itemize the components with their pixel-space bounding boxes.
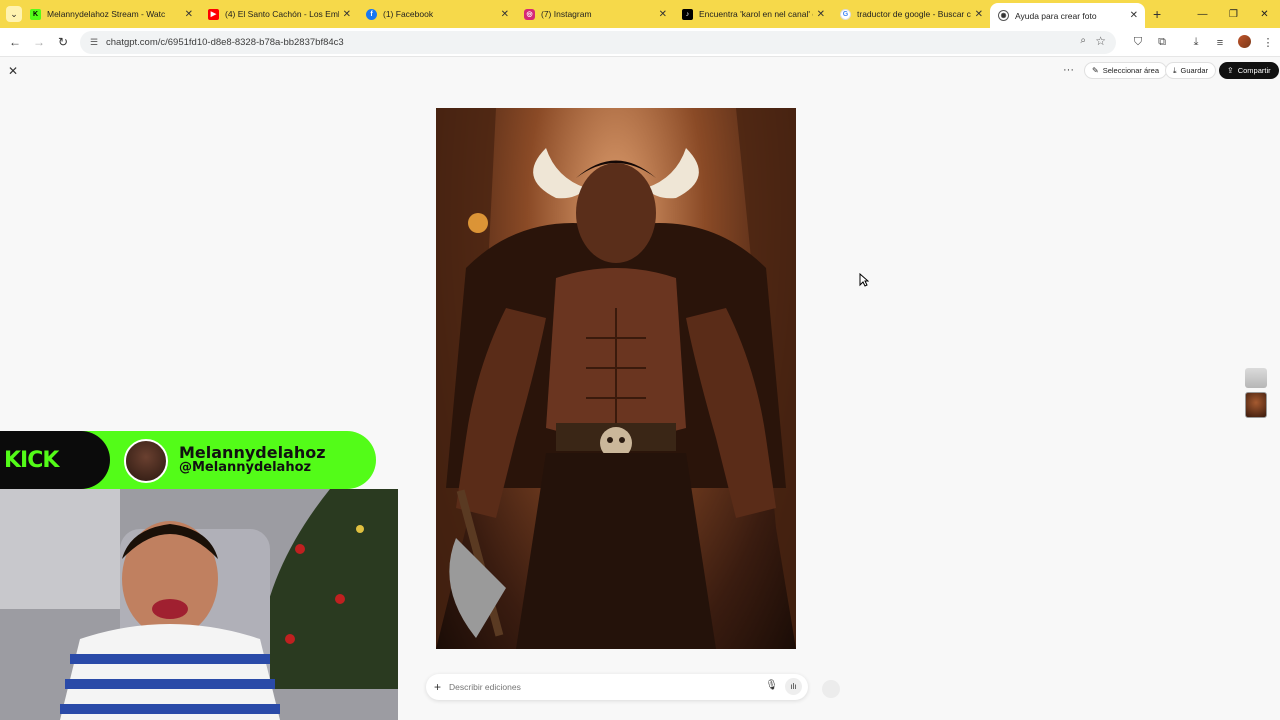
close-tab-icon[interactable]: ✕ bbox=[975, 9, 983, 20]
close-viewer-icon[interactable]: ✕ bbox=[8, 64, 18, 78]
tab-search-chevron-icon[interactable]: ⌄ bbox=[6, 6, 22, 22]
more-options-icon[interactable]: ··· bbox=[1063, 64, 1074, 76]
edit-prompt-bar: + 🎙 ılı bbox=[426, 674, 808, 700]
tab-title: Melannydelahoz Stream - Watc bbox=[47, 9, 166, 19]
download-icon[interactable]: ⤓ bbox=[1184, 36, 1208, 49]
browser-toolbar: ← → ↻ ☰ chatgpt.com/c/6951fd10-d8e8-8328… bbox=[0, 28, 1280, 57]
minimize-icon[interactable]: — bbox=[1187, 9, 1218, 20]
openai-favicon-icon: ✺ bbox=[998, 10, 1009, 21]
describe-edits-input[interactable] bbox=[449, 682, 750, 692]
close-window-icon[interactable]: ✕ bbox=[1249, 9, 1280, 20]
streamer-avatar bbox=[124, 439, 168, 483]
share-icon: ⇪ bbox=[1227, 66, 1234, 75]
tab-title: (4) El Santo Cachón - Los Emba bbox=[225, 9, 339, 19]
shield-icon[interactable]: ⛉ bbox=[1126, 36, 1150, 49]
tab-google[interactable]: G traductor de google - Buscar c ✕ bbox=[832, 0, 990, 28]
plus-icon[interactable]: + bbox=[434, 680, 441, 694]
share-button[interactable]: ⇪ Compartir bbox=[1219, 62, 1279, 79]
streamer-handle: @Melannydelahoz bbox=[179, 460, 312, 475]
kick-overlay-banner: KICK Melannydelahoz @Melannydelahoz bbox=[0, 431, 376, 489]
select-area-button[interactable]: ✎ Seleccionar área bbox=[1084, 62, 1167, 79]
kick-favicon-icon: K bbox=[30, 8, 41, 20]
tab-youtube[interactable]: ▶ (4) El Santo Cachón - Los Emba ✕ bbox=[200, 0, 358, 28]
media-queue-icon[interactable]: ≡ bbox=[1208, 37, 1232, 49]
restore-icon[interactable]: ❐ bbox=[1218, 9, 1249, 20]
save-label: Guardar bbox=[1180, 66, 1209, 75]
tab-facebook[interactable]: f (1) Facebook ✕ bbox=[358, 0, 516, 28]
tab-chatgpt[interactable]: ✺ Ayuda para crear foto ✕ bbox=[990, 3, 1145, 28]
tiktok-favicon-icon: ♪ bbox=[682, 8, 693, 20]
webcam-feed bbox=[0, 489, 398, 720]
toolbar-actions: ⛉ ⧉ ⤓ ≡ ⋮ bbox=[1126, 28, 1280, 57]
reload-icon[interactable]: ↻ bbox=[51, 35, 75, 49]
kick-logo: KICK bbox=[4, 448, 59, 473]
facebook-favicon-icon: f bbox=[366, 8, 377, 20]
mouse-cursor-icon bbox=[859, 273, 869, 287]
microphone-icon[interactable]: 🎙 bbox=[765, 680, 778, 691]
close-tab-icon[interactable]: ✕ bbox=[1130, 10, 1138, 21]
download-icon: ⤓ bbox=[1173, 65, 1177, 75]
bookmark-star-icon[interactable]: ☆ bbox=[1095, 34, 1106, 48]
close-tab-icon[interactable]: ✕ bbox=[659, 9, 667, 20]
forward-icon[interactable]: → bbox=[27, 35, 51, 49]
address-bar[interactable]: ☰ chatgpt.com/c/6951fd10-d8e8-8328-b78a-… bbox=[80, 31, 1116, 54]
close-tab-icon[interactable]: ✕ bbox=[501, 9, 509, 20]
instagram-favicon-icon: ◎ bbox=[524, 8, 535, 20]
tab-title: Encuentra 'karol en nel canal' e bbox=[699, 9, 813, 19]
window-controls: — ❐ ✕ bbox=[1187, 0, 1280, 28]
plus-icon[interactable]: + bbox=[1153, 6, 1161, 22]
kick-logo-badge: KICK bbox=[0, 431, 110, 489]
voice-mode-icon[interactable]: ılı bbox=[785, 678, 802, 695]
share-label: Compartir bbox=[1237, 66, 1271, 75]
tab-strip: ⌄ K Melannydelahoz Stream - Watc ✕ ▶ (4)… bbox=[0, 0, 1280, 28]
close-tab-icon[interactable]: ✕ bbox=[343, 9, 351, 20]
url-text[interactable]: chatgpt.com/c/6951fd10-d8e8-8328-b78a-bb… bbox=[106, 37, 344, 48]
tab-tiktok[interactable]: ♪ Encuentra 'karol en nel canal' e ✕ bbox=[674, 0, 832, 28]
select-area-label: Seleccionar área bbox=[1102, 66, 1159, 75]
back-icon[interactable]: ← bbox=[3, 35, 27, 49]
thumbnail-previous[interactable] bbox=[1245, 368, 1267, 388]
tab-title: Ayuda para crear foto bbox=[1015, 10, 1097, 21]
save-button[interactable]: ⤓ Guardar bbox=[1165, 62, 1217, 79]
kebab-menu-icon[interactable]: ⋮ bbox=[1256, 36, 1280, 49]
tab-title: traductor de google - Buscar c bbox=[857, 9, 971, 19]
tab-instagram[interactable]: ◎ (7) Instagram ✕ bbox=[516, 0, 674, 28]
send-button[interactable] bbox=[822, 680, 840, 698]
tab-title: (7) Instagram bbox=[541, 9, 592, 19]
tab-title: (1) Facebook bbox=[383, 9, 434, 19]
close-tab-icon[interactable]: ✕ bbox=[817, 9, 825, 20]
brush-icon: ✎ bbox=[1092, 66, 1099, 75]
tab-kick[interactable]: K Melannydelahoz Stream - Watc ✕ bbox=[22, 0, 200, 28]
generated-image bbox=[436, 108, 796, 649]
zoom-icon[interactable]: ⌕ bbox=[1080, 35, 1086, 46]
profile-avatar[interactable] bbox=[1232, 34, 1256, 51]
youtube-favicon-icon: ▶ bbox=[208, 8, 219, 20]
extensions-icon[interactable]: ⧉ bbox=[1150, 36, 1174, 49]
site-info-icon[interactable]: ☰ bbox=[87, 36, 101, 50]
thumbnail-current[interactable] bbox=[1245, 392, 1267, 418]
close-tab-icon[interactable]: ✕ bbox=[185, 9, 193, 20]
google-favicon-icon: G bbox=[840, 8, 851, 20]
